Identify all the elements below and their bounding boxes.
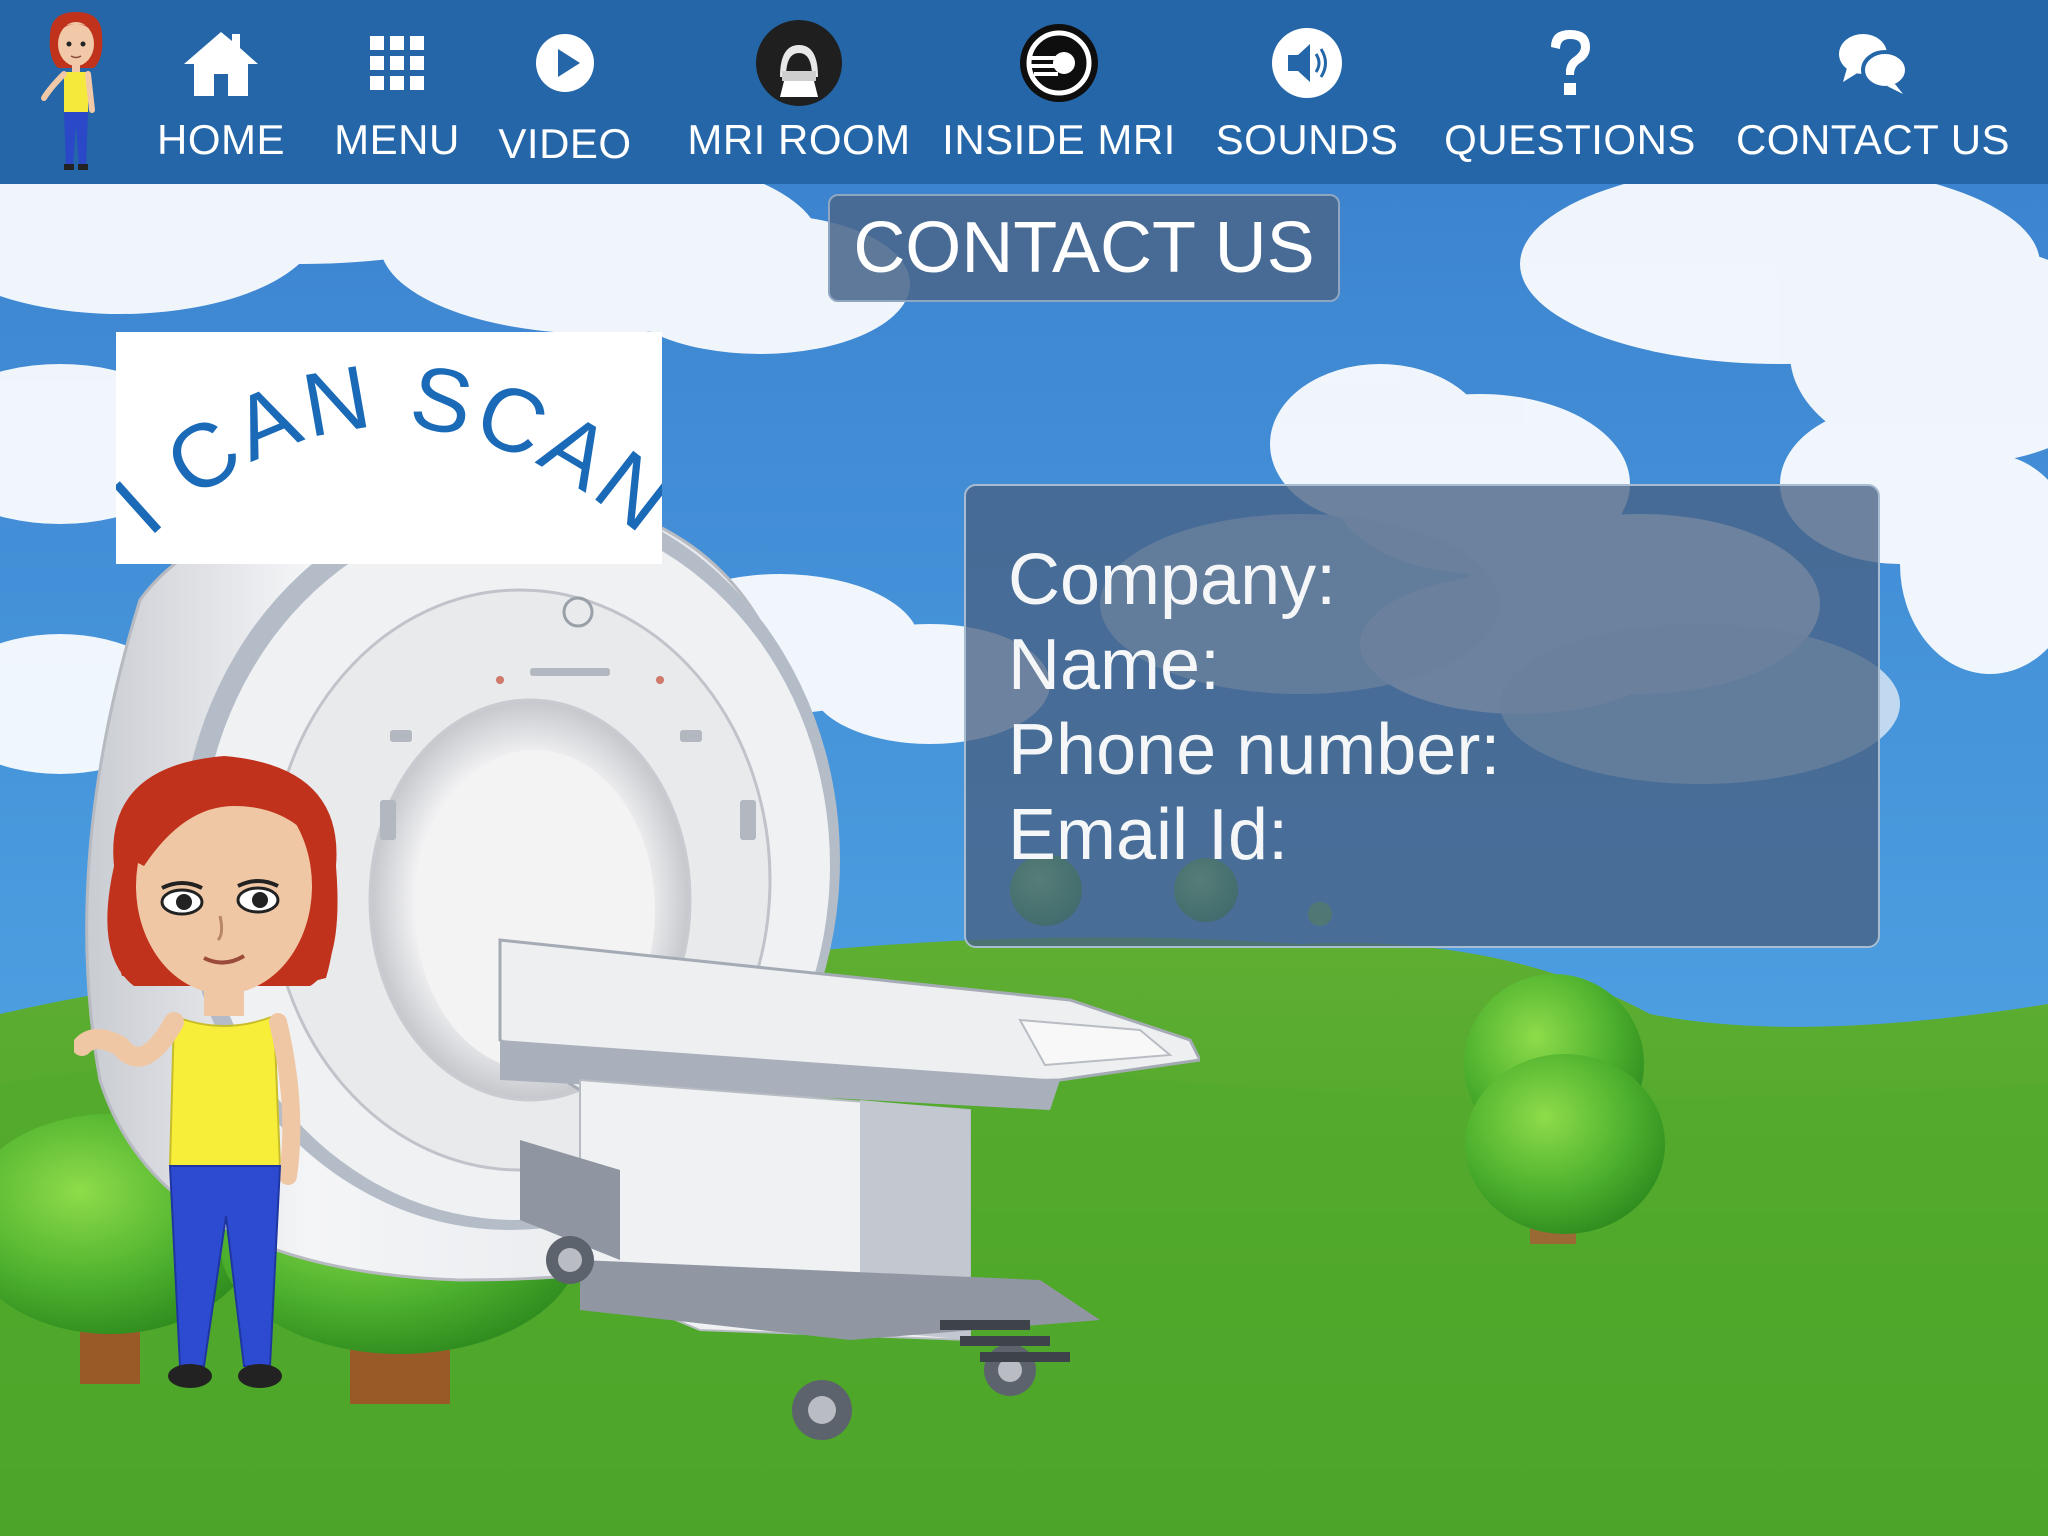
nav-inside-mri[interactable]: INSIDE MRI [942,0,1176,184]
guide-avatar-icon [41,12,103,170]
nav-video-label: VIDEO [498,120,632,167]
page-title: CONTACT US [828,194,1340,302]
nav-sounds[interactable]: SOUNDS [1216,0,1398,184]
nav-questions-label: QUESTIONS [1444,116,1696,163]
guide-character-illustration [72,746,374,1401]
chat-bubbles-icon [1828,18,1918,108]
top-navigation-bar: HOME MENU VIDEO MRI ROOM INSIDE MRI SOUN… [0,0,2048,184]
grid-icon [352,18,442,108]
company-label: Company: [1008,540,1337,620]
mri-room-icon [754,18,844,108]
nav-contact-us-label: CONTACT US [1735,116,2011,163]
nav-contact-us[interactable]: CONTACT US [1735,0,2011,184]
nav-video[interactable]: VIDEO [496,0,634,184]
nav-home[interactable]: HOME [152,0,290,184]
question-icon [1525,18,1615,108]
nav-menu[interactable]: MENU [330,0,464,184]
email-id-label: Email Id: [1008,795,1289,875]
i-can-scan-logo: I CAN SCAN [95,332,689,564]
nav-inside-mri-label: INSIDE MRI [942,116,1176,163]
name-label: Name: [1008,625,1221,705]
nav-menu-label: MENU [334,116,460,163]
nav-home-label: HOME [157,116,285,163]
inside-mri-icon [1014,18,1104,108]
nav-mri-room-label: MRI ROOM [687,116,911,163]
play-icon [520,18,610,108]
svg-text:I CAN SCAN: I CAN SCAN [116,346,662,553]
nav-mri-room[interactable]: MRI ROOM [686,0,912,184]
nav-questions[interactable]: QUESTIONS [1444,0,1696,184]
logo-text: I CAN SCAN [95,346,689,553]
nav-sounds-label: SOUNDS [1215,116,1399,163]
contact-info-panel: Company: Name: Phone number: Email Id: [964,484,1880,948]
phone-number-label: Phone number: [1008,710,1501,790]
speaker-icon [1262,18,1352,108]
home-icon [176,18,266,108]
